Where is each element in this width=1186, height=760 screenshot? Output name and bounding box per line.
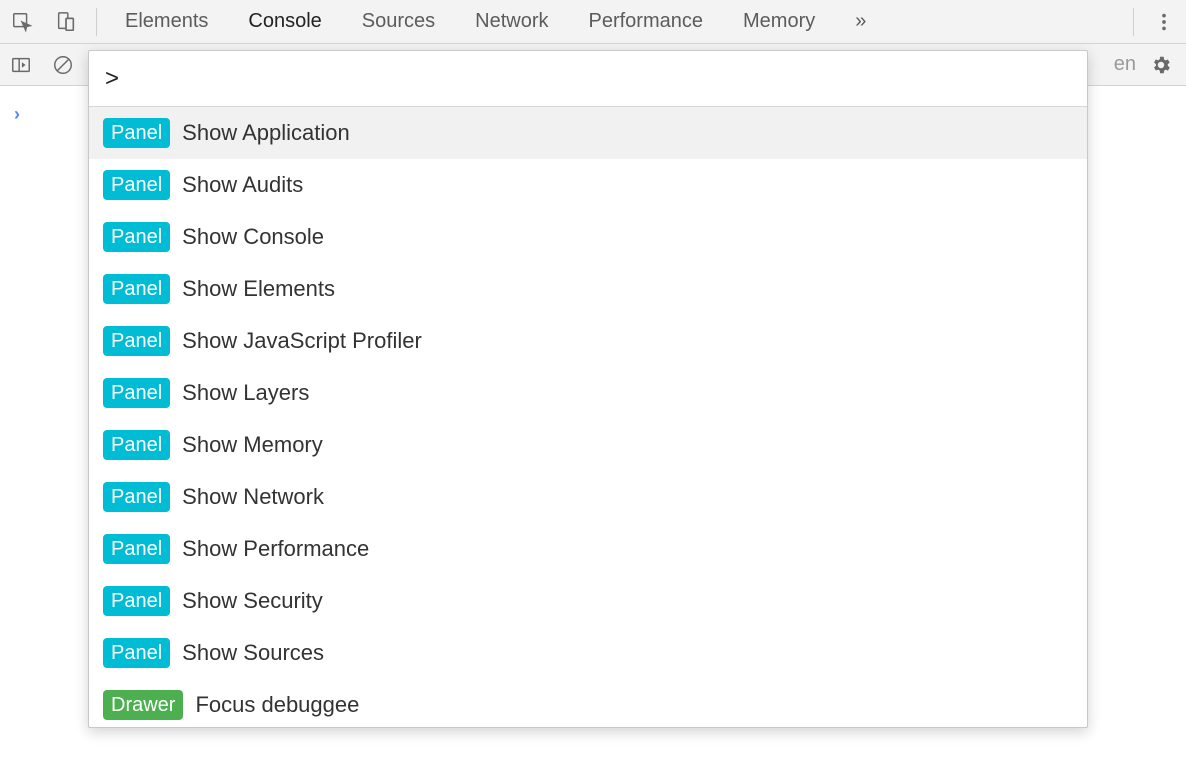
panel-badge: Panel xyxy=(103,586,170,616)
toggle-sidebar-icon[interactable] xyxy=(0,44,42,86)
command-item-label: Show Performance xyxy=(182,536,369,562)
command-item[interactable]: Panel Show Elements xyxy=(89,263,1087,315)
panel-badge: Panel xyxy=(103,118,170,148)
command-item-label: Show Elements xyxy=(182,276,335,302)
obscured-toolbar-text: en xyxy=(1114,53,1140,76)
more-options-icon[interactable] xyxy=(1142,0,1186,44)
command-menu: > PanelShow ApplicationPanelShow AuditsP… xyxy=(88,50,1088,728)
command-item-label: Show Layers xyxy=(182,380,309,406)
panel-badge: Panel xyxy=(103,638,170,668)
panel-badge: Panel xyxy=(103,170,170,200)
settings-icon[interactable] xyxy=(1140,44,1182,86)
command-item[interactable]: Panel Show Memory xyxy=(89,419,1087,471)
drawer-badge: Drawer xyxy=(103,690,183,720)
tabbar-divider-right xyxy=(1133,8,1134,36)
panel-badge: Panel xyxy=(103,326,170,356)
devtools-tabbar: Elements Console Sources Network Perform… xyxy=(0,0,1186,44)
command-item[interactable]: Panel Show Sources xyxy=(89,627,1087,679)
console-prompt-icon: › xyxy=(14,104,20,125)
tab-sources[interactable]: Sources xyxy=(342,0,455,43)
command-item[interactable]: Drawer Focus debuggee xyxy=(89,679,1087,727)
tab-memory[interactable]: Memory xyxy=(723,0,835,43)
command-prompt-glyph: > xyxy=(105,65,119,93)
tabbar-divider xyxy=(96,8,97,36)
panel-badge: Panel xyxy=(103,222,170,252)
command-item[interactable]: Panel Show Performance xyxy=(89,523,1087,575)
command-item[interactable]: Panel Show Audits xyxy=(89,159,1087,211)
command-item[interactable]: Panel Show Network xyxy=(89,471,1087,523)
panel-badge: Panel xyxy=(103,274,170,304)
command-input-row: > xyxy=(89,51,1087,107)
command-item-label: Show Security xyxy=(182,588,323,614)
panel-tabs: Elements Console Sources Network Perform… xyxy=(105,0,1125,43)
command-item-label: Focus debuggee xyxy=(195,692,359,718)
command-item-label: Show Sources xyxy=(182,640,324,666)
device-toolbar-icon[interactable] xyxy=(44,0,88,44)
command-item[interactable]: Panel Show JavaScript Profiler xyxy=(89,315,1087,367)
command-item-label: Show JavaScript Profiler xyxy=(182,328,422,354)
command-item[interactable]: Panel Show Security xyxy=(89,575,1087,627)
panel-badge: Panel xyxy=(103,378,170,408)
tab-performance[interactable]: Performance xyxy=(569,0,724,43)
panel-badge: Panel xyxy=(103,482,170,512)
command-list: PanelShow ApplicationPanelShow AuditsPan… xyxy=(89,107,1087,727)
panel-badge: Panel xyxy=(103,430,170,460)
inspect-element-icon[interactable] xyxy=(0,0,44,44)
command-item-label: Show Memory xyxy=(182,432,323,458)
clear-console-icon[interactable] xyxy=(42,44,84,86)
command-item-label: Show Application xyxy=(182,120,350,146)
command-item[interactable]: Panel Show Console xyxy=(89,211,1087,263)
command-item-label: Show Audits xyxy=(182,172,303,198)
command-item[interactable]: Panel Show Application xyxy=(89,107,1087,159)
tab-network[interactable]: Network xyxy=(455,0,568,43)
command-item[interactable]: Panel Show Layers xyxy=(89,367,1087,419)
tabs-overflow[interactable]: » xyxy=(835,0,886,43)
command-input[interactable] xyxy=(129,51,1071,106)
command-item-label: Show Console xyxy=(182,224,324,250)
tab-console[interactable]: Console xyxy=(228,0,341,43)
command-item-label: Show Network xyxy=(182,484,324,510)
tab-elements[interactable]: Elements xyxy=(105,0,228,43)
panel-badge: Panel xyxy=(103,534,170,564)
